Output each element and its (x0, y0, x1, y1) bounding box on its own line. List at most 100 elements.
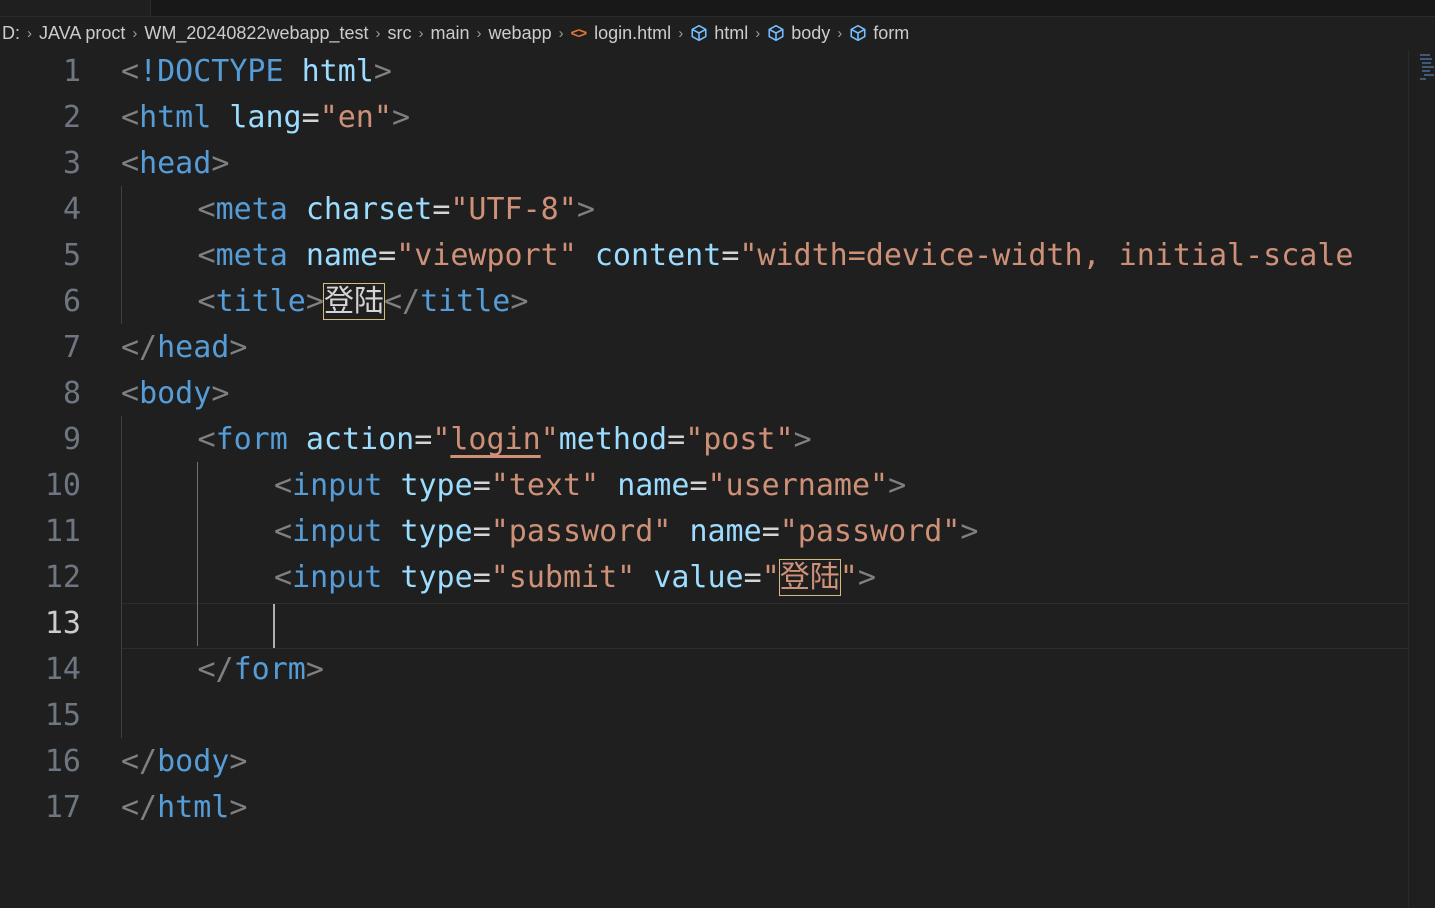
line-number: 1 (62, 54, 81, 89)
code-token: < (121, 100, 140, 135)
breadcrumb-item-body[interactable]: body (765, 23, 832, 44)
code-token: value (653, 560, 744, 595)
breadcrumb-separator-icon: › (558, 24, 564, 42)
code-line[interactable]: <!DOCTYPE html> (121, 49, 392, 95)
code-token: html (157, 790, 230, 825)
code-line[interactable]: <head> (121, 141, 229, 187)
code-line[interactable]: </html> (121, 785, 247, 831)
breadcrumb-item-main[interactable]: main (429, 23, 472, 44)
code-token: " (540, 422, 559, 457)
code-token: </ (121, 790, 158, 825)
code-token: meta (215, 238, 288, 273)
tab-login-html[interactable] (0, 0, 151, 16)
code-token: head (157, 330, 230, 365)
code-token: </ (121, 330, 158, 365)
line-number: 7 (62, 330, 81, 365)
code-token: > (793, 422, 812, 457)
code-token: name (305, 238, 379, 273)
breadcrumb-item-src[interactable]: src (386, 23, 414, 44)
code-token: = (414, 422, 433, 457)
breadcrumb-item-d-[interactable]: D: (0, 23, 22, 44)
code-token: title (215, 284, 306, 319)
code-lines[interactable]: <!DOCTYPE html> <html lang="en"> <head> <me… (121, 50, 1408, 908)
code-token: = (432, 192, 451, 227)
text-cursor (273, 604, 275, 648)
line-number: 17 (44, 790, 81, 825)
line-number-gutter: 1 2 3 4 5 6 7 8 9 10 11 12 13 14 15 16 17 (0, 50, 105, 908)
code-token: < (274, 514, 293, 549)
code-line[interactable]: <meta name="viewport" content="width=dev… (198, 233, 1354, 279)
code-line[interactable]: <title>登陆</title> (198, 279, 529, 325)
code-line[interactable]: </body> (121, 739, 247, 785)
code-token: charset (305, 192, 433, 227)
code-token: "password" (779, 514, 961, 549)
code-token: > (229, 744, 248, 779)
breadcrumb-item-html[interactable]: html (688, 23, 750, 44)
code-token: > (229, 790, 248, 825)
breadcrumb-item-form[interactable]: form (847, 23, 911, 44)
code-token: = (472, 468, 491, 503)
code-token: = (378, 238, 397, 273)
code-token: > (229, 330, 248, 365)
code-token: body (139, 376, 212, 411)
breadcrumb-label: webapp (488, 22, 552, 43)
code-token: = (761, 514, 780, 549)
breadcrumb-item-webapp[interactable]: webapp (487, 23, 554, 44)
code-token: = (721, 238, 740, 273)
code-token: title (420, 284, 511, 319)
code-line[interactable]: <input type="text" name="username"> (274, 463, 906, 509)
code-token: type (400, 468, 473, 503)
breadcrumb-separator-icon: › (755, 24, 761, 42)
breadcrumb-separator-icon: › (132, 24, 138, 42)
code-token: meta (215, 192, 288, 227)
breadcrumb-item-login-html[interactable]: <> login.html (569, 23, 674, 44)
code-token: < (121, 146, 140, 181)
breadcrumb-separator-icon: › (418, 24, 424, 42)
code-token: "en" (319, 100, 392, 135)
line-number: 3 (62, 146, 81, 181)
code-token: > (576, 192, 595, 227)
vertical-scrollbar[interactable] (1408, 50, 1435, 908)
minimap[interactable] (1418, 52, 1434, 86)
code-line[interactable]: </head> (121, 325, 247, 371)
code-line[interactable]: <body> (121, 371, 229, 417)
code-line[interactable]: <input type="submit" value="登陆"> (274, 555, 876, 601)
symbol-element-icon (849, 24, 867, 42)
line-number: 10 (44, 468, 81, 503)
code-token: type (400, 514, 473, 549)
line-number: 4 (62, 192, 81, 227)
code-token: > (373, 54, 392, 89)
line-number: 11 (44, 514, 81, 549)
breadcrumb-separator-icon: › (678, 24, 684, 42)
code-token: > (510, 284, 529, 319)
code-token: = (667, 422, 686, 457)
code-token: body (157, 744, 230, 779)
code-editor[interactable]: 1 2 3 4 5 6 7 8 9 10 11 12 13 14 15 16 17 <!DOCTYPE html… (0, 50, 1408, 908)
code-token: > (857, 560, 876, 595)
breadcrumb-label: login.html (594, 22, 672, 43)
breadcrumb-label: D: (2, 22, 20, 43)
code-line[interactable]: <html lang="en"> (121, 95, 410, 141)
code-token: input (292, 560, 383, 595)
breadcrumb-item-wm-20240822webapp-test[interactable]: WM_20240822webapp_test (142, 23, 370, 44)
code-line[interactable]: </form> (198, 647, 324, 693)
code-token: < (274, 468, 293, 503)
code-token: > (391, 100, 410, 135)
code-token: type (400, 560, 473, 595)
code-token: = (689, 468, 708, 503)
code-line[interactable]: <input type="password" name="password"> (274, 509, 978, 555)
code-line[interactable]: <form action="login"method="post"> (198, 417, 812, 463)
code-token: " (761, 560, 780, 595)
code-token: 登陆 (778, 559, 841, 596)
code-token: </ (383, 284, 421, 319)
breadcrumb-item-java-proct[interactable]: JAVA proct (37, 23, 127, 44)
code-token: < (197, 422, 216, 457)
code-line[interactable]: <meta charset="UTF-8"> (198, 187, 595, 233)
